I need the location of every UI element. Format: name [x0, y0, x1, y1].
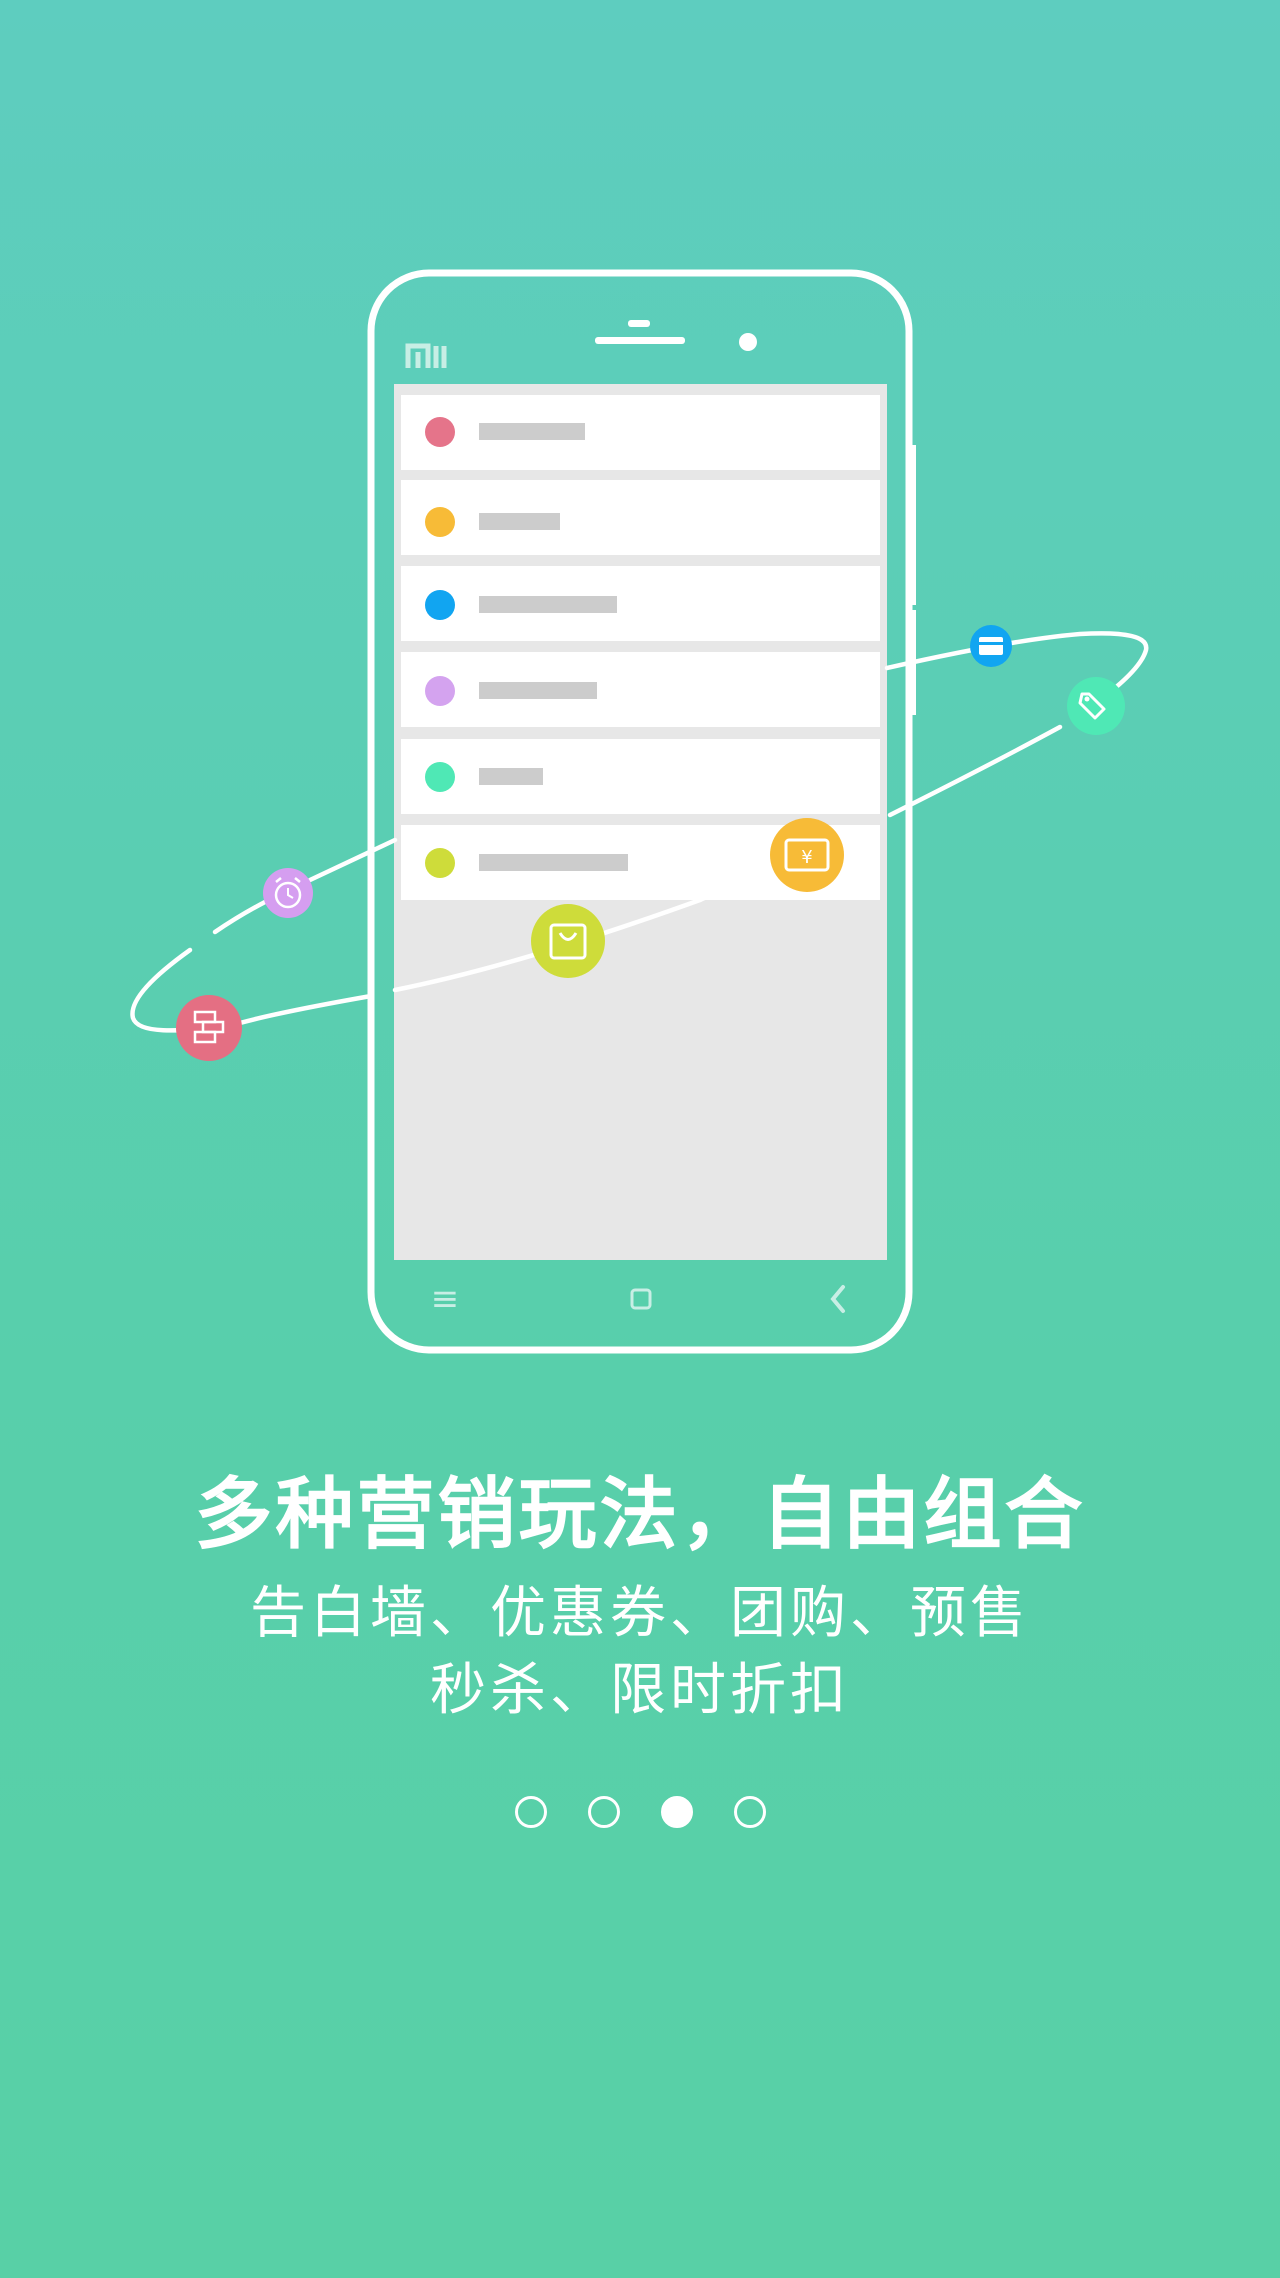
- list-item-dot: [425, 417, 455, 447]
- card-icon: [970, 625, 1012, 667]
- list-item-placeholder-text: [479, 854, 628, 871]
- page-dot-1[interactable]: [514, 1796, 547, 1828]
- home-icon[interactable]: [630, 1288, 652, 1310]
- headline: 多种营销玩法，自由组合: [194, 1470, 1086, 1560]
- list-item-dot: [425, 590, 455, 620]
- phone-earpiece: [628, 320, 650, 327]
- coupon-icon: ¥: [770, 818, 844, 892]
- list-item-placeholder-text: [479, 682, 597, 699]
- phone-camera: [739, 333, 757, 351]
- tag-icon: [1067, 677, 1125, 735]
- mi-logo: [405, 343, 447, 368]
- list-item-placeholder-text: [479, 596, 617, 613]
- alarm-clock-icon: [263, 868, 313, 918]
- list-item-dot: [425, 762, 455, 792]
- list-item[interactable]: [401, 480, 880, 555]
- page-dot-2[interactable]: [587, 1796, 620, 1828]
- back-icon[interactable]: [830, 1285, 845, 1313]
- page-dot-4[interactable]: [733, 1796, 766, 1828]
- shopping-bag-icon: [531, 904, 605, 978]
- list-item[interactable]: [401, 739, 880, 814]
- list-item-placeholder-text: [479, 768, 543, 785]
- list-item-placeholder-text: [479, 423, 585, 440]
- list-item[interactable]: [401, 652, 880, 727]
- list-item-dot: [425, 848, 455, 878]
- phone-illustration: ≡ ¥: [130, 269, 1149, 1354]
- subtitle-line-2: 秒杀、限时折扣: [430, 1658, 850, 1723]
- wall-icon: [176, 995, 242, 1061]
- page-dot-3[interactable]: [660, 1796, 693, 1828]
- list-item-dot: [425, 507, 455, 537]
- svg-text:¥: ¥: [801, 847, 812, 868]
- list-item-placeholder-text: [479, 513, 560, 530]
- list-item-dot: [425, 676, 455, 706]
- subtitle-line-1: 告白墙、优惠券、团购、预售: [250, 1581, 1030, 1646]
- phone-speaker: [595, 337, 685, 344]
- list-item[interactable]: [401, 395, 880, 470]
- pagination-indicator: [0, 1796, 1280, 1830]
- phone-side-button-top: [906, 445, 916, 605]
- menu-icon[interactable]: ≡: [431, 1279, 460, 1319]
- list-item[interactable]: [401, 566, 880, 641]
